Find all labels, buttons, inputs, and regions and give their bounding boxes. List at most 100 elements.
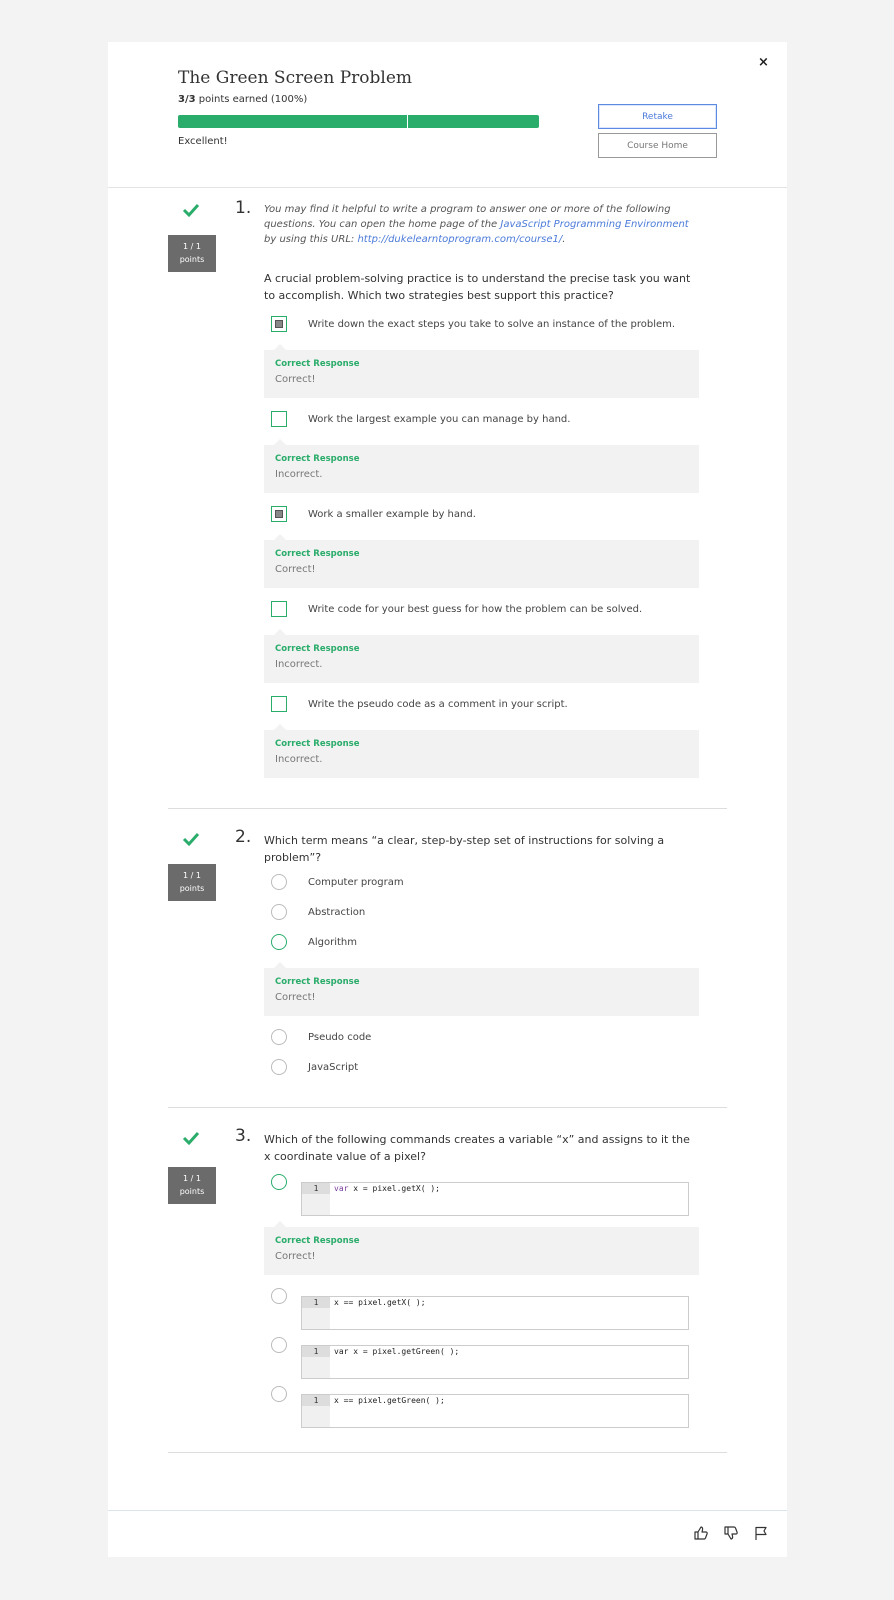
points-value: 1 / 1 — [183, 1174, 201, 1183]
option-label: Computer program — [308, 876, 404, 888]
thumbs-down-icon[interactable] — [723, 1525, 739, 1541]
radio-button[interactable] — [271, 1337, 287, 1353]
response-text: Incorrect. — [275, 469, 323, 480]
answer-option[interactable] — [271, 1335, 287, 1355]
option-label: Work a smaller example by hand. — [308, 508, 476, 520]
answer-option[interactable]: Pseudo code — [271, 1027, 371, 1047]
progress-segment-divider — [407, 115, 408, 128]
answer-option[interactable] — [271, 1384, 287, 1404]
response-header: Correct Response — [275, 977, 360, 987]
option-label: Write down the exact steps you take to s… — [308, 318, 676, 330]
question-number: 3. — [235, 1126, 252, 1146]
line-number: 1 — [302, 1395, 330, 1406]
course-home-button[interactable]: Course Home — [598, 133, 717, 158]
intro-text: by using this URL: — [264, 234, 358, 245]
response-header: Correct Response — [275, 1236, 360, 1246]
answer-option[interactable]: Algorithm — [271, 932, 357, 952]
response-text: Correct! — [275, 564, 316, 575]
retake-button[interactable]: Retake — [598, 104, 717, 129]
close-icon[interactable]: × — [758, 55, 769, 70]
option-label: Write code for your best guess for how t… — [308, 603, 643, 615]
response-feedback: Correct Response Incorrect. — [264, 439, 699, 493]
code-text: x = pixel.getX( ); — [348, 1184, 440, 1193]
radio-button[interactable] — [271, 874, 287, 890]
answer-option[interactable]: Abstraction — [271, 902, 365, 922]
response-feedback: Correct Response Correct! — [264, 344, 699, 398]
radio-button[interactable] — [271, 1288, 287, 1304]
score-feedback: Excellent! — [178, 136, 228, 147]
header-divider — [108, 187, 787, 188]
response-text: Incorrect. — [275, 659, 323, 670]
score-progress-bar — [178, 115, 539, 128]
response-header: Correct Response — [275, 644, 360, 654]
answer-option[interactable]: Write the pseudo code as a comment in yo… — [271, 694, 568, 714]
response-feedback: Correct Response Correct! — [264, 962, 699, 1016]
question-intro: You may find it helpful to write a progr… — [264, 202, 694, 247]
score-summary: 3/3 points earned (100%) — [178, 94, 307, 105]
answer-option[interactable] — [271, 1172, 287, 1192]
response-header: Correct Response — [275, 549, 360, 559]
code-line: var x = pixel.getGreen( ); — [334, 1347, 460, 1356]
checkbox[interactable] — [271, 696, 287, 712]
points-label: points — [179, 884, 205, 893]
answer-option[interactable]: Work the largest example you can manage … — [271, 409, 570, 429]
points-value: 1 / 1 — [183, 871, 201, 880]
answer-option[interactable] — [271, 1286, 287, 1306]
code-line: var x = pixel.getX( ); — [334, 1184, 440, 1193]
question-text: A crucial problem-solving practice is to… — [264, 272, 691, 302]
points-badge: 1 / 1 points — [168, 1167, 216, 1204]
environment-link[interactable]: JavaScript Programming Environment — [500, 219, 688, 230]
response-text: Correct! — [275, 1251, 316, 1262]
checkbox[interactable] — [271, 601, 287, 617]
answer-option[interactable]: JavaScript — [271, 1057, 358, 1077]
code-editor: 1 var x = pixel.getGreen( ); — [301, 1345, 689, 1379]
option-label: JavaScript — [308, 1061, 359, 1073]
option-label: Pseudo code — [308, 1031, 372, 1043]
intro-text: . — [562, 234, 566, 245]
radio-button-selected[interactable] — [271, 934, 287, 950]
score-label: points earned (100%) — [195, 94, 308, 105]
response-header: Correct Response — [275, 739, 360, 749]
quiz-results-card: × The Green Screen Problem 3/3 points ea… — [108, 42, 787, 1557]
response-header: Correct Response — [275, 454, 360, 464]
code-line: x == pixel.getGreen( ); — [334, 1396, 445, 1405]
option-label: Algorithm — [308, 936, 357, 948]
response-header: Correct Response — [275, 359, 360, 369]
radio-button[interactable] — [271, 1386, 287, 1402]
course-url-link[interactable]: http://dukelearntoprogram.com/course1/ — [357, 234, 562, 245]
code-keyword: var — [334, 1184, 349, 1193]
response-text: Correct! — [275, 992, 316, 1003]
checkbox-checked[interactable] — [271, 316, 287, 332]
radio-button-selected[interactable] — [271, 1174, 287, 1190]
question-text: Which of the following commands creates … — [264, 1133, 690, 1163]
answer-option[interactable]: Work a smaller example by hand. — [271, 504, 476, 524]
score-value: 3/3 — [178, 94, 196, 105]
option-label: Abstraction — [308, 906, 366, 918]
answer-option[interactable]: Write code for your best guess for how t… — [271, 599, 642, 619]
flag-icon[interactable] — [753, 1525, 769, 1541]
thumbs-up-icon[interactable] — [693, 1525, 709, 1541]
question-divider — [168, 808, 727, 809]
checkbox-checked[interactable] — [271, 506, 287, 522]
question-divider — [168, 1452, 727, 1453]
option-label: Work the largest example you can manage … — [308, 413, 571, 425]
points-value: 1 / 1 — [183, 242, 201, 251]
points-badge: 1 / 1 points — [168, 235, 216, 272]
radio-button[interactable] — [271, 1029, 287, 1045]
code-editor: 1 x == pixel.getX( ); — [301, 1296, 689, 1330]
response-feedback: Correct Response Correct! — [264, 534, 699, 588]
answer-option[interactable]: Computer program — [271, 872, 404, 892]
response-feedback: Correct Response Correct! — [264, 1221, 699, 1275]
line-number: 1 — [302, 1346, 330, 1357]
radio-button[interactable] — [271, 1059, 287, 1075]
radio-button[interactable] — [271, 904, 287, 920]
code-editor: 1 var x = pixel.getX( ); — [301, 1182, 689, 1216]
response-text: Correct! — [275, 374, 316, 385]
answer-option[interactable]: Write down the exact steps you take to s… — [271, 314, 675, 334]
points-label: points — [179, 1187, 205, 1196]
code-editor: 1 x == pixel.getGreen( ); — [301, 1394, 689, 1428]
footer-divider — [108, 1510, 787, 1511]
checkbox[interactable] — [271, 411, 287, 427]
response-feedback: Correct Response Incorrect. — [264, 724, 699, 778]
line-number: 1 — [302, 1183, 330, 1194]
